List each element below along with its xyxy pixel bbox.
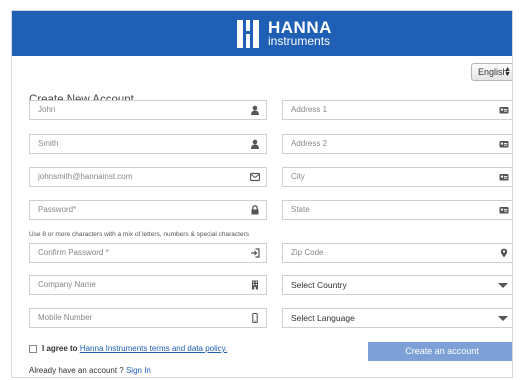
mobile-number-placeholder: Mobile Number: [38, 313, 93, 322]
city-field[interactable]: City: [282, 167, 512, 187]
address-card-icon: [499, 107, 509, 114]
company-name-field[interactable]: Company Name: [29, 275, 267, 295]
first-name-field[interactable]: John: [29, 100, 267, 120]
user-icon: [251, 139, 259, 149]
last-name-placeholder: Smith: [38, 139, 59, 148]
language-select[interactable]: English ▲ ▼: [471, 63, 512, 81]
password-hint: Use 8 or more characters with a mix of l…: [29, 231, 249, 238]
hanna-logo[interactable]: HANNA instruments: [237, 18, 337, 50]
create-account-button[interactable]: Create an account: [368, 342, 512, 361]
email-placeholder: johnsmith@hannainst.com: [38, 172, 133, 181]
hanna-logo-mark-icon: [237, 20, 259, 48]
language-preference-select[interactable]: Select Language: [282, 308, 512, 328]
address1-field[interactable]: Address 1: [282, 100, 512, 120]
sign-in-icon: [251, 248, 260, 258]
mobile-number-field[interactable]: Mobile Number: [29, 308, 267, 328]
password-placeholder: Password*: [38, 205, 77, 214]
logo-subtitle: instruments: [268, 34, 331, 48]
dropdown-arrow-icon: [498, 283, 508, 288]
mobile-icon: [252, 313, 258, 323]
zip-code-placeholder: Zip Code: [291, 248, 324, 257]
confirm-password-field[interactable]: Confirm Password *: [29, 243, 267, 263]
country-select[interactable]: Select Country: [282, 275, 512, 295]
address-card-icon: [499, 207, 509, 214]
signin-prefix: Already have an account ?: [29, 366, 124, 375]
first-name-placeholder: John: [38, 105, 56, 114]
country-select-value: Select Country: [291, 280, 347, 290]
header-bar: HANNA instruments: [12, 11, 512, 56]
signin-link[interactable]: Sign In: [126, 366, 151, 375]
password-field[interactable]: Password*: [29, 200, 267, 220]
terms-text: I agree to Hanna Instruments terms and d…: [42, 344, 227, 353]
address2-field[interactable]: Address 2: [282, 134, 512, 154]
user-icon: [251, 105, 259, 115]
address2-placeholder: Address 2: [291, 139, 328, 148]
lock-icon: [251, 205, 259, 215]
language-preference-value: Select Language: [291, 313, 355, 323]
registration-page: HANNA instruments English ▲▼ Create New …: [11, 10, 513, 378]
state-placeholder: State: [291, 205, 310, 214]
address1-placeholder: Address 1: [291, 105, 328, 114]
company-name-placeholder: Company Name: [38, 280, 96, 289]
address-card-icon: [499, 141, 509, 148]
signin-prompt: Already have an account ? Sign In: [29, 366, 151, 375]
city-placeholder: City: [291, 172, 305, 181]
zip-code-field[interactable]: Zip Code: [282, 243, 512, 263]
terms-checkbox[interactable]: [29, 345, 37, 353]
terms-prefix: I agree to: [42, 344, 78, 353]
confirm-password-placeholder: Confirm Password *: [38, 248, 109, 257]
envelope-icon: [250, 172, 260, 182]
last-name-field[interactable]: Smith: [29, 134, 267, 154]
email-field[interactable]: johnsmith@hannainst.com: [29, 167, 267, 187]
building-icon: [252, 280, 258, 290]
up-down-caret-icon: ▲ ▼: [504, 66, 511, 78]
terms-link[interactable]: Hanna Instruments terms and data policy.: [80, 344, 227, 353]
address-card-icon: [499, 174, 509, 181]
map-marker-icon: [500, 248, 508, 258]
dropdown-arrow-icon: [498, 316, 508, 321]
state-field[interactable]: State: [282, 200, 512, 220]
